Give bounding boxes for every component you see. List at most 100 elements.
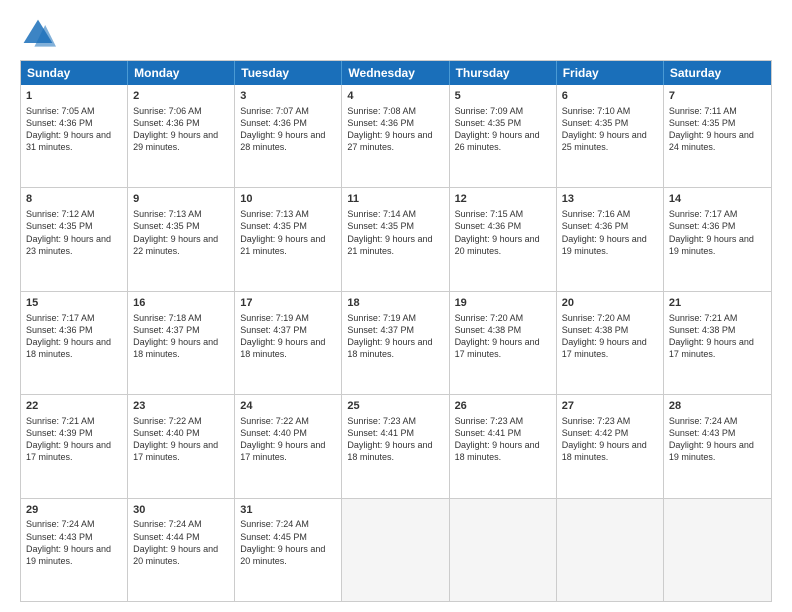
day-info: Sunrise: 7:20 AMSunset: 4:38 PMDaylight:… xyxy=(455,312,551,361)
calendar-row: 29Sunrise: 7:24 AMSunset: 4:43 PMDayligh… xyxy=(21,499,771,601)
calendar-cell: 23Sunrise: 7:22 AMSunset: 4:40 PMDayligh… xyxy=(128,395,235,497)
header xyxy=(20,16,772,52)
day-info: Sunrise: 7:15 AMSunset: 4:36 PMDaylight:… xyxy=(455,208,551,257)
day-info: Sunrise: 7:09 AMSunset: 4:35 PMDaylight:… xyxy=(455,105,551,154)
calendar-cell: 3Sunrise: 7:07 AMSunset: 4:36 PMDaylight… xyxy=(235,85,342,187)
day-number: 14 xyxy=(669,192,766,207)
day-number: 29 xyxy=(26,503,122,518)
day-number: 20 xyxy=(562,296,658,311)
calendar-row: 15Sunrise: 7:17 AMSunset: 4:36 PMDayligh… xyxy=(21,292,771,395)
day-info: Sunrise: 7:21 AMSunset: 4:39 PMDaylight:… xyxy=(26,415,122,464)
day-of-week-header: Friday xyxy=(557,61,664,85)
day-number: 4 xyxy=(347,89,443,104)
day-info: Sunrise: 7:05 AMSunset: 4:36 PMDaylight:… xyxy=(26,105,122,154)
day-number: 21 xyxy=(669,296,766,311)
day-info: Sunrise: 7:18 AMSunset: 4:37 PMDaylight:… xyxy=(133,312,229,361)
day-number: 24 xyxy=(240,399,336,414)
day-info: Sunrise: 7:23 AMSunset: 4:41 PMDaylight:… xyxy=(455,415,551,464)
day-info: Sunrise: 7:20 AMSunset: 4:38 PMDaylight:… xyxy=(562,312,658,361)
calendar-cell: 8Sunrise: 7:12 AMSunset: 4:35 PMDaylight… xyxy=(21,188,128,290)
day-number: 7 xyxy=(669,89,766,104)
day-number: 2 xyxy=(133,89,229,104)
day-info: Sunrise: 7:13 AMSunset: 4:35 PMDaylight:… xyxy=(133,208,229,257)
calendar-cell: 2Sunrise: 7:06 AMSunset: 4:36 PMDaylight… xyxy=(128,85,235,187)
day-info: Sunrise: 7:24 AMSunset: 4:43 PMDaylight:… xyxy=(669,415,766,464)
day-number: 25 xyxy=(347,399,443,414)
calendar-cell: 10Sunrise: 7:13 AMSunset: 4:35 PMDayligh… xyxy=(235,188,342,290)
day-info: Sunrise: 7:22 AMSunset: 4:40 PMDaylight:… xyxy=(240,415,336,464)
day-info: Sunrise: 7:06 AMSunset: 4:36 PMDaylight:… xyxy=(133,105,229,154)
calendar-cell: 14Sunrise: 7:17 AMSunset: 4:36 PMDayligh… xyxy=(664,188,771,290)
day-number: 27 xyxy=(562,399,658,414)
calendar-cell: 21Sunrise: 7:21 AMSunset: 4:38 PMDayligh… xyxy=(664,292,771,394)
calendar-row: 1Sunrise: 7:05 AMSunset: 4:36 PMDaylight… xyxy=(21,85,771,188)
day-info: Sunrise: 7:24 AMSunset: 4:45 PMDaylight:… xyxy=(240,518,336,567)
day-info: Sunrise: 7:13 AMSunset: 4:35 PMDaylight:… xyxy=(240,208,336,257)
calendar-header: SundayMondayTuesdayWednesdayThursdayFrid… xyxy=(21,61,771,85)
day-number: 5 xyxy=(455,89,551,104)
calendar-cell: 11Sunrise: 7:14 AMSunset: 4:35 PMDayligh… xyxy=(342,188,449,290)
day-info: Sunrise: 7:07 AMSunset: 4:36 PMDaylight:… xyxy=(240,105,336,154)
day-info: Sunrise: 7:16 AMSunset: 4:36 PMDaylight:… xyxy=(562,208,658,257)
calendar-cell: 18Sunrise: 7:19 AMSunset: 4:37 PMDayligh… xyxy=(342,292,449,394)
day-number: 10 xyxy=(240,192,336,207)
calendar-body: 1Sunrise: 7:05 AMSunset: 4:36 PMDaylight… xyxy=(21,85,771,601)
calendar-cell: 16Sunrise: 7:18 AMSunset: 4:37 PMDayligh… xyxy=(128,292,235,394)
calendar-cell: 27Sunrise: 7:23 AMSunset: 4:42 PMDayligh… xyxy=(557,395,664,497)
day-info: Sunrise: 7:21 AMSunset: 4:38 PMDaylight:… xyxy=(669,312,766,361)
calendar-cell xyxy=(450,499,557,601)
day-number: 15 xyxy=(26,296,122,311)
calendar-cell xyxy=(664,499,771,601)
calendar-cell: 15Sunrise: 7:17 AMSunset: 4:36 PMDayligh… xyxy=(21,292,128,394)
day-number: 18 xyxy=(347,296,443,311)
calendar-cell: 17Sunrise: 7:19 AMSunset: 4:37 PMDayligh… xyxy=(235,292,342,394)
day-info: Sunrise: 7:23 AMSunset: 4:42 PMDaylight:… xyxy=(562,415,658,464)
day-info: Sunrise: 7:23 AMSunset: 4:41 PMDaylight:… xyxy=(347,415,443,464)
calendar-cell xyxy=(342,499,449,601)
day-of-week-header: Wednesday xyxy=(342,61,449,85)
day-info: Sunrise: 7:24 AMSunset: 4:43 PMDaylight:… xyxy=(26,518,122,567)
day-number: 31 xyxy=(240,503,336,518)
day-number: 1 xyxy=(26,89,122,104)
day-number: 13 xyxy=(562,192,658,207)
day-number: 3 xyxy=(240,89,336,104)
day-info: Sunrise: 7:08 AMSunset: 4:36 PMDaylight:… xyxy=(347,105,443,154)
day-info: Sunrise: 7:19 AMSunset: 4:37 PMDaylight:… xyxy=(347,312,443,361)
logo-icon xyxy=(20,16,56,52)
calendar-cell: 9Sunrise: 7:13 AMSunset: 4:35 PMDaylight… xyxy=(128,188,235,290)
page: SundayMondayTuesdayWednesdayThursdayFrid… xyxy=(0,0,792,612)
calendar-cell: 7Sunrise: 7:11 AMSunset: 4:35 PMDaylight… xyxy=(664,85,771,187)
calendar-cell: 20Sunrise: 7:20 AMSunset: 4:38 PMDayligh… xyxy=(557,292,664,394)
calendar-cell: 1Sunrise: 7:05 AMSunset: 4:36 PMDaylight… xyxy=(21,85,128,187)
day-info: Sunrise: 7:22 AMSunset: 4:40 PMDaylight:… xyxy=(133,415,229,464)
calendar-cell: 30Sunrise: 7:24 AMSunset: 4:44 PMDayligh… xyxy=(128,499,235,601)
calendar-row: 22Sunrise: 7:21 AMSunset: 4:39 PMDayligh… xyxy=(21,395,771,498)
calendar-row: 8Sunrise: 7:12 AMSunset: 4:35 PMDaylight… xyxy=(21,188,771,291)
calendar-cell: 29Sunrise: 7:24 AMSunset: 4:43 PMDayligh… xyxy=(21,499,128,601)
day-info: Sunrise: 7:11 AMSunset: 4:35 PMDaylight:… xyxy=(669,105,766,154)
day-number: 6 xyxy=(562,89,658,104)
day-number: 8 xyxy=(26,192,122,207)
day-number: 12 xyxy=(455,192,551,207)
day-number: 28 xyxy=(669,399,766,414)
calendar-cell: 19Sunrise: 7:20 AMSunset: 4:38 PMDayligh… xyxy=(450,292,557,394)
day-of-week-header: Sunday xyxy=(21,61,128,85)
day-number: 22 xyxy=(26,399,122,414)
day-info: Sunrise: 7:10 AMSunset: 4:35 PMDaylight:… xyxy=(562,105,658,154)
calendar-cell: 13Sunrise: 7:16 AMSunset: 4:36 PMDayligh… xyxy=(557,188,664,290)
day-info: Sunrise: 7:17 AMSunset: 4:36 PMDaylight:… xyxy=(26,312,122,361)
day-info: Sunrise: 7:19 AMSunset: 4:37 PMDaylight:… xyxy=(240,312,336,361)
day-of-week-header: Tuesday xyxy=(235,61,342,85)
calendar-cell: 24Sunrise: 7:22 AMSunset: 4:40 PMDayligh… xyxy=(235,395,342,497)
day-number: 9 xyxy=(133,192,229,207)
day-info: Sunrise: 7:17 AMSunset: 4:36 PMDaylight:… xyxy=(669,208,766,257)
day-info: Sunrise: 7:24 AMSunset: 4:44 PMDaylight:… xyxy=(133,518,229,567)
day-of-week-header: Thursday xyxy=(450,61,557,85)
calendar-cell: 28Sunrise: 7:24 AMSunset: 4:43 PMDayligh… xyxy=(664,395,771,497)
calendar-cell: 31Sunrise: 7:24 AMSunset: 4:45 PMDayligh… xyxy=(235,499,342,601)
day-number: 23 xyxy=(133,399,229,414)
calendar-cell: 6Sunrise: 7:10 AMSunset: 4:35 PMDaylight… xyxy=(557,85,664,187)
logo xyxy=(20,16,60,52)
day-info: Sunrise: 7:14 AMSunset: 4:35 PMDaylight:… xyxy=(347,208,443,257)
day-number: 11 xyxy=(347,192,443,207)
